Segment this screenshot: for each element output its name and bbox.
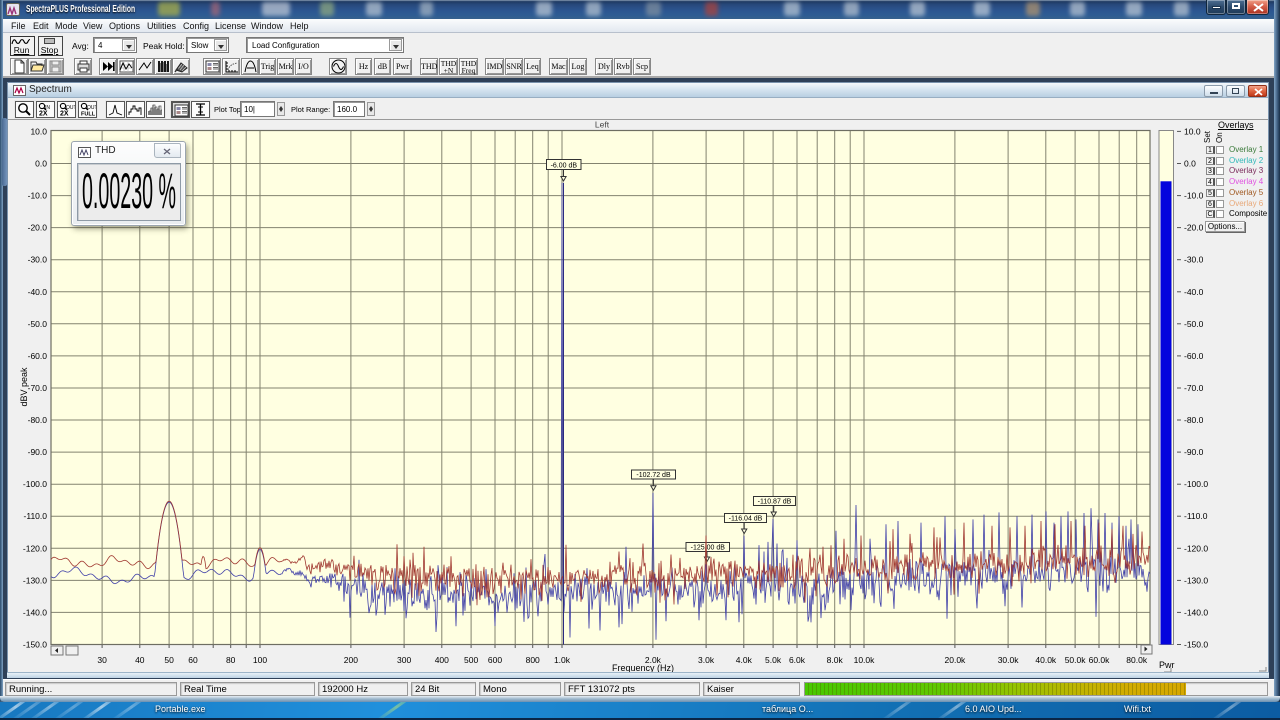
svg-text:-90.0: -90.0 xyxy=(28,447,48,457)
svg-text:-10.0: -10.0 xyxy=(1184,191,1204,201)
svg-text:0.0: 0.0 xyxy=(1184,159,1196,169)
svg-text:-40.0: -40.0 xyxy=(28,287,48,297)
svg-text:-150.0: -150.0 xyxy=(23,640,47,650)
svg-text:-80.0: -80.0 xyxy=(1184,415,1204,425)
svg-text:50: 50 xyxy=(164,655,174,665)
svg-text:600: 600 xyxy=(488,655,502,665)
svg-text:400: 400 xyxy=(435,655,449,665)
svg-text:6.0k: 6.0k xyxy=(789,655,806,665)
svg-text:-125.00 dB: -125.00 dB xyxy=(691,544,726,551)
svg-text:40.0k: 40.0k xyxy=(1035,655,1057,665)
svg-text:100: 100 xyxy=(253,655,267,665)
svg-text:-100.0: -100.0 xyxy=(23,479,47,489)
svg-text:80.0k: 80.0k xyxy=(1126,655,1148,665)
svg-text:-110.0: -110.0 xyxy=(1184,511,1208,521)
svg-text:5.0k: 5.0k xyxy=(765,655,782,665)
svg-text:40: 40 xyxy=(135,655,145,665)
svg-text:-70.0: -70.0 xyxy=(1184,383,1204,393)
svg-text:-60.0: -60.0 xyxy=(1184,351,1204,361)
svg-text:-30.0: -30.0 xyxy=(1184,255,1204,265)
svg-text:30.0k: 30.0k xyxy=(998,655,1020,665)
svg-text:10.0: 10.0 xyxy=(1184,126,1201,136)
svg-text:-50.0: -50.0 xyxy=(28,319,48,329)
svg-text:300: 300 xyxy=(397,655,411,665)
svg-text:30: 30 xyxy=(97,655,107,665)
svg-text:-60.0: -60.0 xyxy=(28,351,48,361)
svg-text:-50.0: -50.0 xyxy=(1184,319,1204,329)
svg-text:8.0k: 8.0k xyxy=(827,655,844,665)
svg-text:-80.0: -80.0 xyxy=(28,415,48,425)
svg-text:200: 200 xyxy=(344,655,358,665)
svg-text:500: 500 xyxy=(464,655,478,665)
svg-text:-116.04 dB: -116.04 dB xyxy=(729,515,763,522)
svg-text:-20.0: -20.0 xyxy=(28,223,48,233)
svg-text:60.0k: 60.0k xyxy=(1089,655,1111,665)
svg-text:0.00230 %: 0.00230 % xyxy=(82,164,176,219)
svg-text:-100.0: -100.0 xyxy=(1184,479,1208,489)
svg-text:50.0k: 50.0k xyxy=(1065,655,1087,665)
svg-text:-20.0: -20.0 xyxy=(1184,223,1204,233)
svg-text:0.0: 0.0 xyxy=(35,159,47,169)
svg-text:-110.0: -110.0 xyxy=(24,511,48,521)
svg-text:-110.87 dB: -110.87 dB xyxy=(758,498,792,505)
svg-text:4.0k: 4.0k xyxy=(736,655,753,665)
svg-text:-130.0: -130.0 xyxy=(23,575,47,585)
svg-text:-150.0: -150.0 xyxy=(1184,640,1208,650)
svg-text:10.0: 10.0 xyxy=(30,126,47,136)
svg-text:3.0k: 3.0k xyxy=(698,655,715,665)
svg-text:dBV peak: dBV peak xyxy=(19,367,29,407)
svg-text:-102.72 dB: -102.72 dB xyxy=(636,472,671,479)
svg-text:-70.0: -70.0 xyxy=(28,383,48,393)
svg-text:60: 60 xyxy=(188,655,198,665)
svg-text:Pwr: Pwr xyxy=(1159,660,1175,670)
svg-text:-30.0: -30.0 xyxy=(28,255,48,265)
svg-text:-6.00 dB: -6.00 dB xyxy=(551,162,578,169)
svg-text:-120.0: -120.0 xyxy=(23,543,47,553)
svg-text:1.0k: 1.0k xyxy=(554,655,571,665)
svg-text:-90.0: -90.0 xyxy=(1184,447,1204,457)
svg-text:800: 800 xyxy=(526,655,540,665)
svg-text:-140.0: -140.0 xyxy=(1184,607,1208,617)
svg-text:-120.0: -120.0 xyxy=(1184,543,1208,553)
svg-text:Left: Left xyxy=(595,120,610,130)
svg-text:-140.0: -140.0 xyxy=(23,607,47,617)
svg-text:-130.0: -130.0 xyxy=(1184,575,1208,585)
svg-text:-10.0: -10.0 xyxy=(28,191,48,201)
svg-text:-40.0: -40.0 xyxy=(1184,287,1204,297)
svg-text:80: 80 xyxy=(226,655,236,665)
svg-text:20.0k: 20.0k xyxy=(945,655,967,665)
svg-text:10.0k: 10.0k xyxy=(854,655,876,665)
